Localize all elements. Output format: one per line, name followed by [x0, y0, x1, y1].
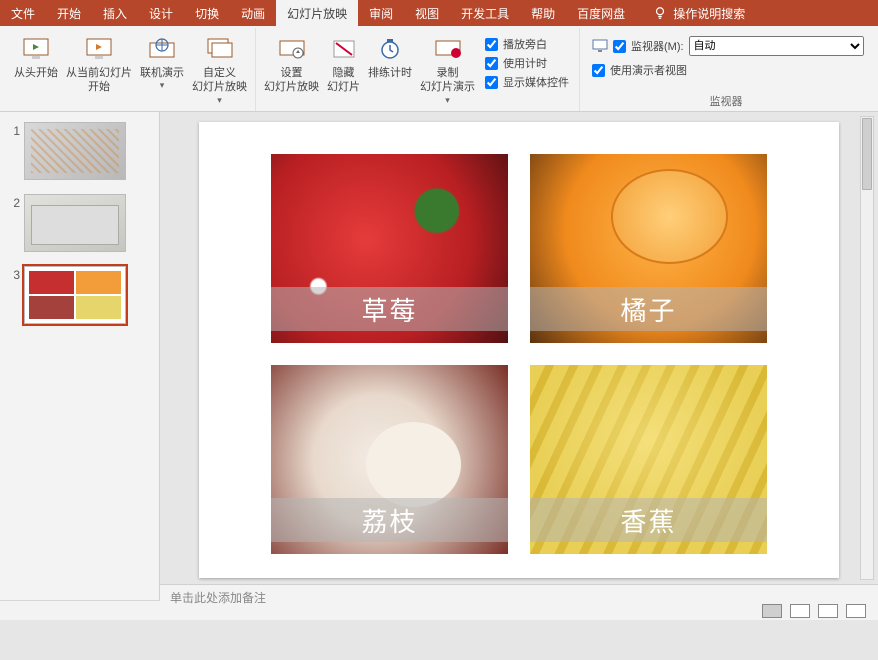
monitor-label: 监视器(M):: [631, 38, 684, 54]
title-tabs: 文件 开始 插入 设计 切换 动画 幻灯片放映 审阅 视图 开发工具 帮助 百度…: [0, 0, 878, 26]
thumb-number: 3: [8, 266, 24, 282]
slide-thumbnails: 1 2 3: [0, 112, 160, 600]
reading-view-button[interactable]: [818, 604, 838, 618]
monitor-select[interactable]: 自动: [689, 36, 864, 56]
from-current-button[interactable]: 从当前幻灯片 开始: [62, 32, 136, 97]
tab-baidu[interactable]: 百度网盘: [566, 0, 636, 26]
presenter-view-checkbox[interactable]: 使用演示者视图: [592, 62, 864, 78]
slide-thumbnail-2[interactable]: [24, 194, 126, 252]
record-label: 录制 幻灯片演示: [420, 66, 475, 95]
slide-canvas[interactable]: 草莓 橘子 荔枝 香蕉: [199, 122, 839, 578]
normal-view-button[interactable]: [762, 604, 782, 618]
globe-present-icon: [146, 34, 178, 64]
banana-label: 香蕉: [530, 498, 767, 542]
setup-label: 设置 幻灯片放映: [264, 66, 319, 95]
custom-label: 自定义 幻灯片放映: [192, 66, 247, 95]
tab-dev[interactable]: 开发工具: [450, 0, 520, 26]
ribbon: 从头开始 从当前幻灯片 开始 联机演示 ▾ 自定义 幻灯片放映 ▾ 开始放映幻灯…: [0, 26, 878, 112]
view-switcher: [762, 604, 866, 618]
custom-show-icon: [204, 34, 236, 64]
thumb-number: 1: [8, 122, 24, 138]
media-controls-checkbox[interactable]: 显示媒体控件: [485, 74, 569, 90]
timing-checkbox[interactable]: 使用计时: [485, 55, 569, 71]
edit-area: 草莓 橘子 荔枝 香蕉 单击此处添加备注: [160, 112, 878, 600]
media-label: 显示媒体控件: [503, 74, 569, 90]
hide-label: 隐藏 幻灯片: [327, 66, 360, 95]
fruit-grid: 草莓 橘子 荔枝 香蕉: [271, 154, 767, 554]
custom-slideshow-button[interactable]: 自定义 幻灯片放映 ▾: [188, 32, 251, 108]
dropdown-caret-icon: ▾: [160, 80, 165, 92]
record-icon: [432, 34, 464, 64]
tab-animation[interactable]: 动画: [230, 0, 276, 26]
play-start-icon: [20, 34, 52, 64]
orange-label: 橘子: [530, 287, 767, 331]
from-start-label: 从头开始: [14, 66, 58, 80]
fruit-strawberry[interactable]: 草莓: [271, 154, 508, 343]
tab-home[interactable]: 开始: [46, 0, 92, 26]
slideshow-view-button[interactable]: [846, 604, 866, 618]
hide-slide-button[interactable]: 隐藏 幻灯片: [323, 32, 364, 97]
online-label: 联机演示: [140, 66, 184, 80]
setup-icon: [276, 34, 308, 64]
monitor-checkbox[interactable]: 监视器(M):: [613, 38, 684, 54]
rehearse-button[interactable]: 排练计时: [364, 32, 416, 82]
tell-me[interactable]: 操作说明搜索: [642, 0, 756, 26]
hide-icon: [328, 34, 360, 64]
narration-checkbox[interactable]: 播放旁白: [485, 36, 569, 52]
online-present-button[interactable]: 联机演示 ▾: [136, 32, 188, 94]
sorter-view-button[interactable]: [790, 604, 810, 618]
tab-insert[interactable]: 插入: [92, 0, 138, 26]
dropdown-caret-icon: ▾: [445, 95, 450, 107]
narration-label: 播放旁白: [503, 36, 547, 52]
tab-view[interactable]: 视图: [404, 0, 450, 26]
fruit-orange[interactable]: 橘子: [530, 154, 767, 343]
play-current-icon: [83, 34, 115, 64]
dropdown-caret-icon: ▾: [217, 95, 222, 107]
timing-label: 使用计时: [503, 55, 547, 71]
rehearse-label: 排练计时: [368, 66, 412, 80]
tab-slideshow[interactable]: 幻灯片放映: [276, 0, 358, 26]
fruit-lychee[interactable]: 荔枝: [271, 365, 508, 554]
strawberry-label: 草莓: [271, 287, 508, 331]
lychee-label: 荔枝: [271, 498, 508, 542]
tab-review[interactable]: 审阅: [358, 0, 404, 26]
setup-show-button[interactable]: 设置 幻灯片放映: [260, 32, 323, 97]
vertical-scrollbar[interactable]: [860, 116, 874, 580]
group-monitor-label: 监视器: [584, 91, 868, 111]
tab-file[interactable]: 文件: [0, 0, 46, 26]
slide-stage: 草莓 橘子 荔枝 香蕉: [160, 112, 878, 584]
presenter-view-label: 使用演示者视图: [610, 62, 687, 78]
tab-help[interactable]: 帮助: [520, 0, 566, 26]
thumb-number: 2: [8, 194, 24, 210]
record-button[interactable]: 录制 幻灯片演示 ▾: [416, 32, 479, 108]
tab-design[interactable]: 设计: [138, 0, 184, 26]
tab-transition[interactable]: 切换: [184, 0, 230, 26]
tell-me-label: 操作说明搜索: [673, 5, 745, 22]
fruit-banana[interactable]: 香蕉: [530, 365, 767, 554]
monitor-icon: [592, 39, 608, 53]
slide-thumbnail-3[interactable]: [24, 266, 126, 324]
clock-icon: [374, 34, 406, 64]
from-start-button[interactable]: 从头开始: [10, 32, 62, 82]
workspace: 1 2 3 草莓 橘子 荔枝 香蕉 单击此处添加备注: [0, 112, 878, 600]
slide-thumbnail-1[interactable]: [24, 122, 126, 180]
from-current-label: 从当前幻灯片 开始: [66, 66, 132, 95]
lightbulb-icon: [653, 6, 667, 20]
